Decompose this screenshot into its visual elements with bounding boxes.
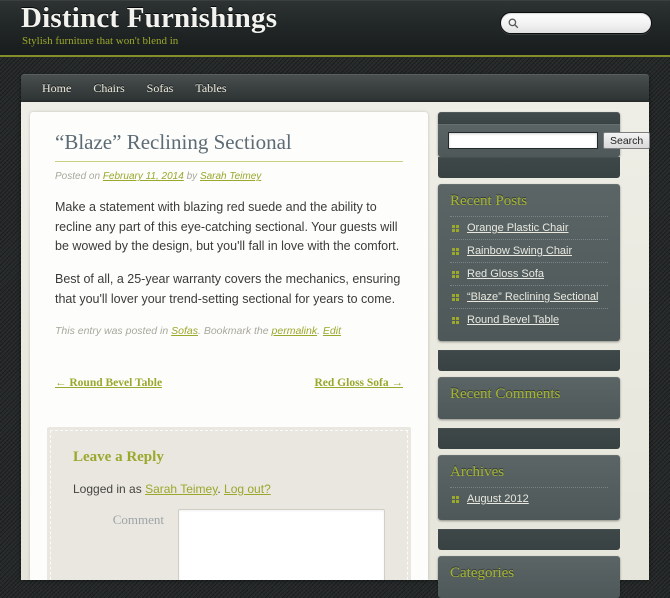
nav-item-sofas[interactable]: Sofas xyxy=(136,74,185,102)
header-search-input[interactable] xyxy=(523,17,643,29)
search-icon xyxy=(508,18,519,28)
recent-post-link-5[interactable]: Round Bevel Table xyxy=(467,314,559,326)
sidebar: Search Recent Posts Orange Plastic Chair… xyxy=(438,112,651,598)
nav-item-chairs[interactable]: Chairs xyxy=(82,74,135,102)
list-item[interactable]: Red Gloss Sofa xyxy=(450,262,608,285)
archives-list: August 2012 xyxy=(450,487,608,510)
utility-middle-text: . Bookmark the xyxy=(198,325,269,338)
edit-link[interactable]: Edit xyxy=(323,325,341,337)
comment-field-row: Comment xyxy=(73,509,385,580)
search-input[interactable] xyxy=(448,132,598,149)
leave-a-reply-heading: Leave a Reply xyxy=(73,449,164,466)
previous-post-link[interactable]: ← Round Bevel Table xyxy=(55,377,162,389)
widget-spacer-4 xyxy=(438,529,620,550)
list-item[interactable]: “Blaze” Reclining Sectional xyxy=(450,285,608,308)
list-item[interactable]: Rainbow Swing Chair xyxy=(450,239,608,262)
category-link[interactable]: Sofas xyxy=(171,325,198,337)
page-wrapper: “Blaze” Reclining Sectional Posted on Fe… xyxy=(21,102,651,598)
grid-bullet-icon xyxy=(452,316,459,324)
page-title: “Blaze” Reclining Sectional xyxy=(55,130,292,154)
posted-on-label: Posted on xyxy=(55,171,101,183)
grid-bullet-icon xyxy=(452,270,459,278)
widget-title-recent-comments: Recent Comments xyxy=(450,386,561,402)
comments-section: Leave a Reply Logged in as Sarah Teimey.… xyxy=(47,427,411,580)
log-out-link[interactable]: Log out? xyxy=(224,482,271,496)
entry-paragraph-2: Best of all, a 25-year warranty covers t… xyxy=(55,272,401,306)
main-content: “Blaze” Reclining Sectional Posted on Fe… xyxy=(30,112,428,580)
next-post-link[interactable]: Red Gloss Sofa → xyxy=(315,377,404,389)
sidebar-search-widget: Search xyxy=(438,124,651,157)
widget-title-archives: Archives xyxy=(450,464,505,480)
nav-item-tables[interactable]: Tables xyxy=(184,74,237,102)
nav-item-home[interactable]: Home xyxy=(31,74,82,102)
site-description: Stylish furniture that won't blend in xyxy=(22,35,179,47)
recent-post-link-2[interactable]: Rainbow Swing Chair xyxy=(467,245,572,257)
entry-meta: Posted on February 11, 2014 by Sarah Tei… xyxy=(55,171,403,182)
widget-spacer-1 xyxy=(438,157,620,178)
main-navigation: Home Chairs Sofas Tables xyxy=(21,74,649,102)
list-item[interactable]: Orange Plastic Chair xyxy=(450,216,608,239)
widget-recent-posts: Recent Posts Orange Plastic Chair Rainbo… xyxy=(438,184,620,341)
current-user-link[interactable]: Sarah Teimey xyxy=(145,482,217,496)
comment-textarea-wrapper[interactable] xyxy=(178,509,385,580)
widget-title-recent-posts: Recent Posts xyxy=(450,193,528,209)
site-title[interactable]: Distinct Furnishings xyxy=(21,2,277,35)
comment-textarea[interactable] xyxy=(179,510,384,580)
widget-recent-comments: Recent Comments xyxy=(438,377,620,419)
widget-archives: Archives August 2012 xyxy=(438,455,620,520)
header-search-box[interactable] xyxy=(500,12,652,34)
recent-posts-list: Orange Plastic Chair Rainbow Swing Chair… xyxy=(450,216,608,331)
posted-in-label: This entry was posted in xyxy=(55,325,169,338)
title-divider xyxy=(55,161,403,163)
comments-inner-panel: Leave a Reply Logged in as Sarah Teimey.… xyxy=(50,430,408,580)
widget-spacer-2 xyxy=(438,350,620,371)
grid-bullet-icon xyxy=(452,247,459,255)
logged-in-prefix: Logged in as xyxy=(73,482,142,497)
grid-bullet-icon xyxy=(452,224,459,232)
utility-period: . xyxy=(317,325,320,338)
logged-in-as-text: Logged in as Sarah Teimey. Log out? xyxy=(73,482,385,496)
navigation-bar-wrapper: Home Chairs Sofas Tables xyxy=(0,74,670,102)
list-item[interactable]: August 2012 xyxy=(450,487,608,510)
recent-post-link-3[interactable]: Red Gloss Sofa xyxy=(467,268,544,280)
grid-bullet-icon xyxy=(452,293,459,301)
widget-categories: Categories xyxy=(438,556,620,598)
by-label: by xyxy=(186,171,198,183)
list-item[interactable]: Round Bevel Table xyxy=(450,308,608,331)
post-author-link[interactable]: Sarah Teimey xyxy=(200,171,261,182)
grid-bullet-icon xyxy=(452,495,459,503)
permalink-link[interactable]: permalink xyxy=(272,325,318,337)
sidebar-search-form: Search xyxy=(448,132,651,149)
sidebar-top-cap xyxy=(438,112,620,124)
entry-paragraph-1: Make a statement with blazing red suede … xyxy=(55,200,400,253)
search-button[interactable]: Search xyxy=(603,132,651,149)
post-date-link[interactable]: February 11, 2014 xyxy=(103,171,184,182)
widget-title-categories: Categories xyxy=(450,565,515,581)
site-header: Distinct Furnishings Stylish furniture t… xyxy=(0,0,670,57)
archive-link-1[interactable]: August 2012 xyxy=(467,493,529,505)
logged-in-separator: . xyxy=(217,482,221,497)
comment-field-label: Comment xyxy=(112,512,164,528)
entry-utility: This entry was posted in Sofas. Bookmark… xyxy=(55,325,403,337)
post-navigation: ← Round Bevel Table Red Gloss Sofa → xyxy=(55,377,403,389)
widget-spacer-3 xyxy=(438,428,620,449)
recent-post-link-1[interactable]: Orange Plastic Chair xyxy=(467,222,569,234)
recent-post-link-4[interactable]: “Blaze” Reclining Sectional xyxy=(467,291,598,303)
